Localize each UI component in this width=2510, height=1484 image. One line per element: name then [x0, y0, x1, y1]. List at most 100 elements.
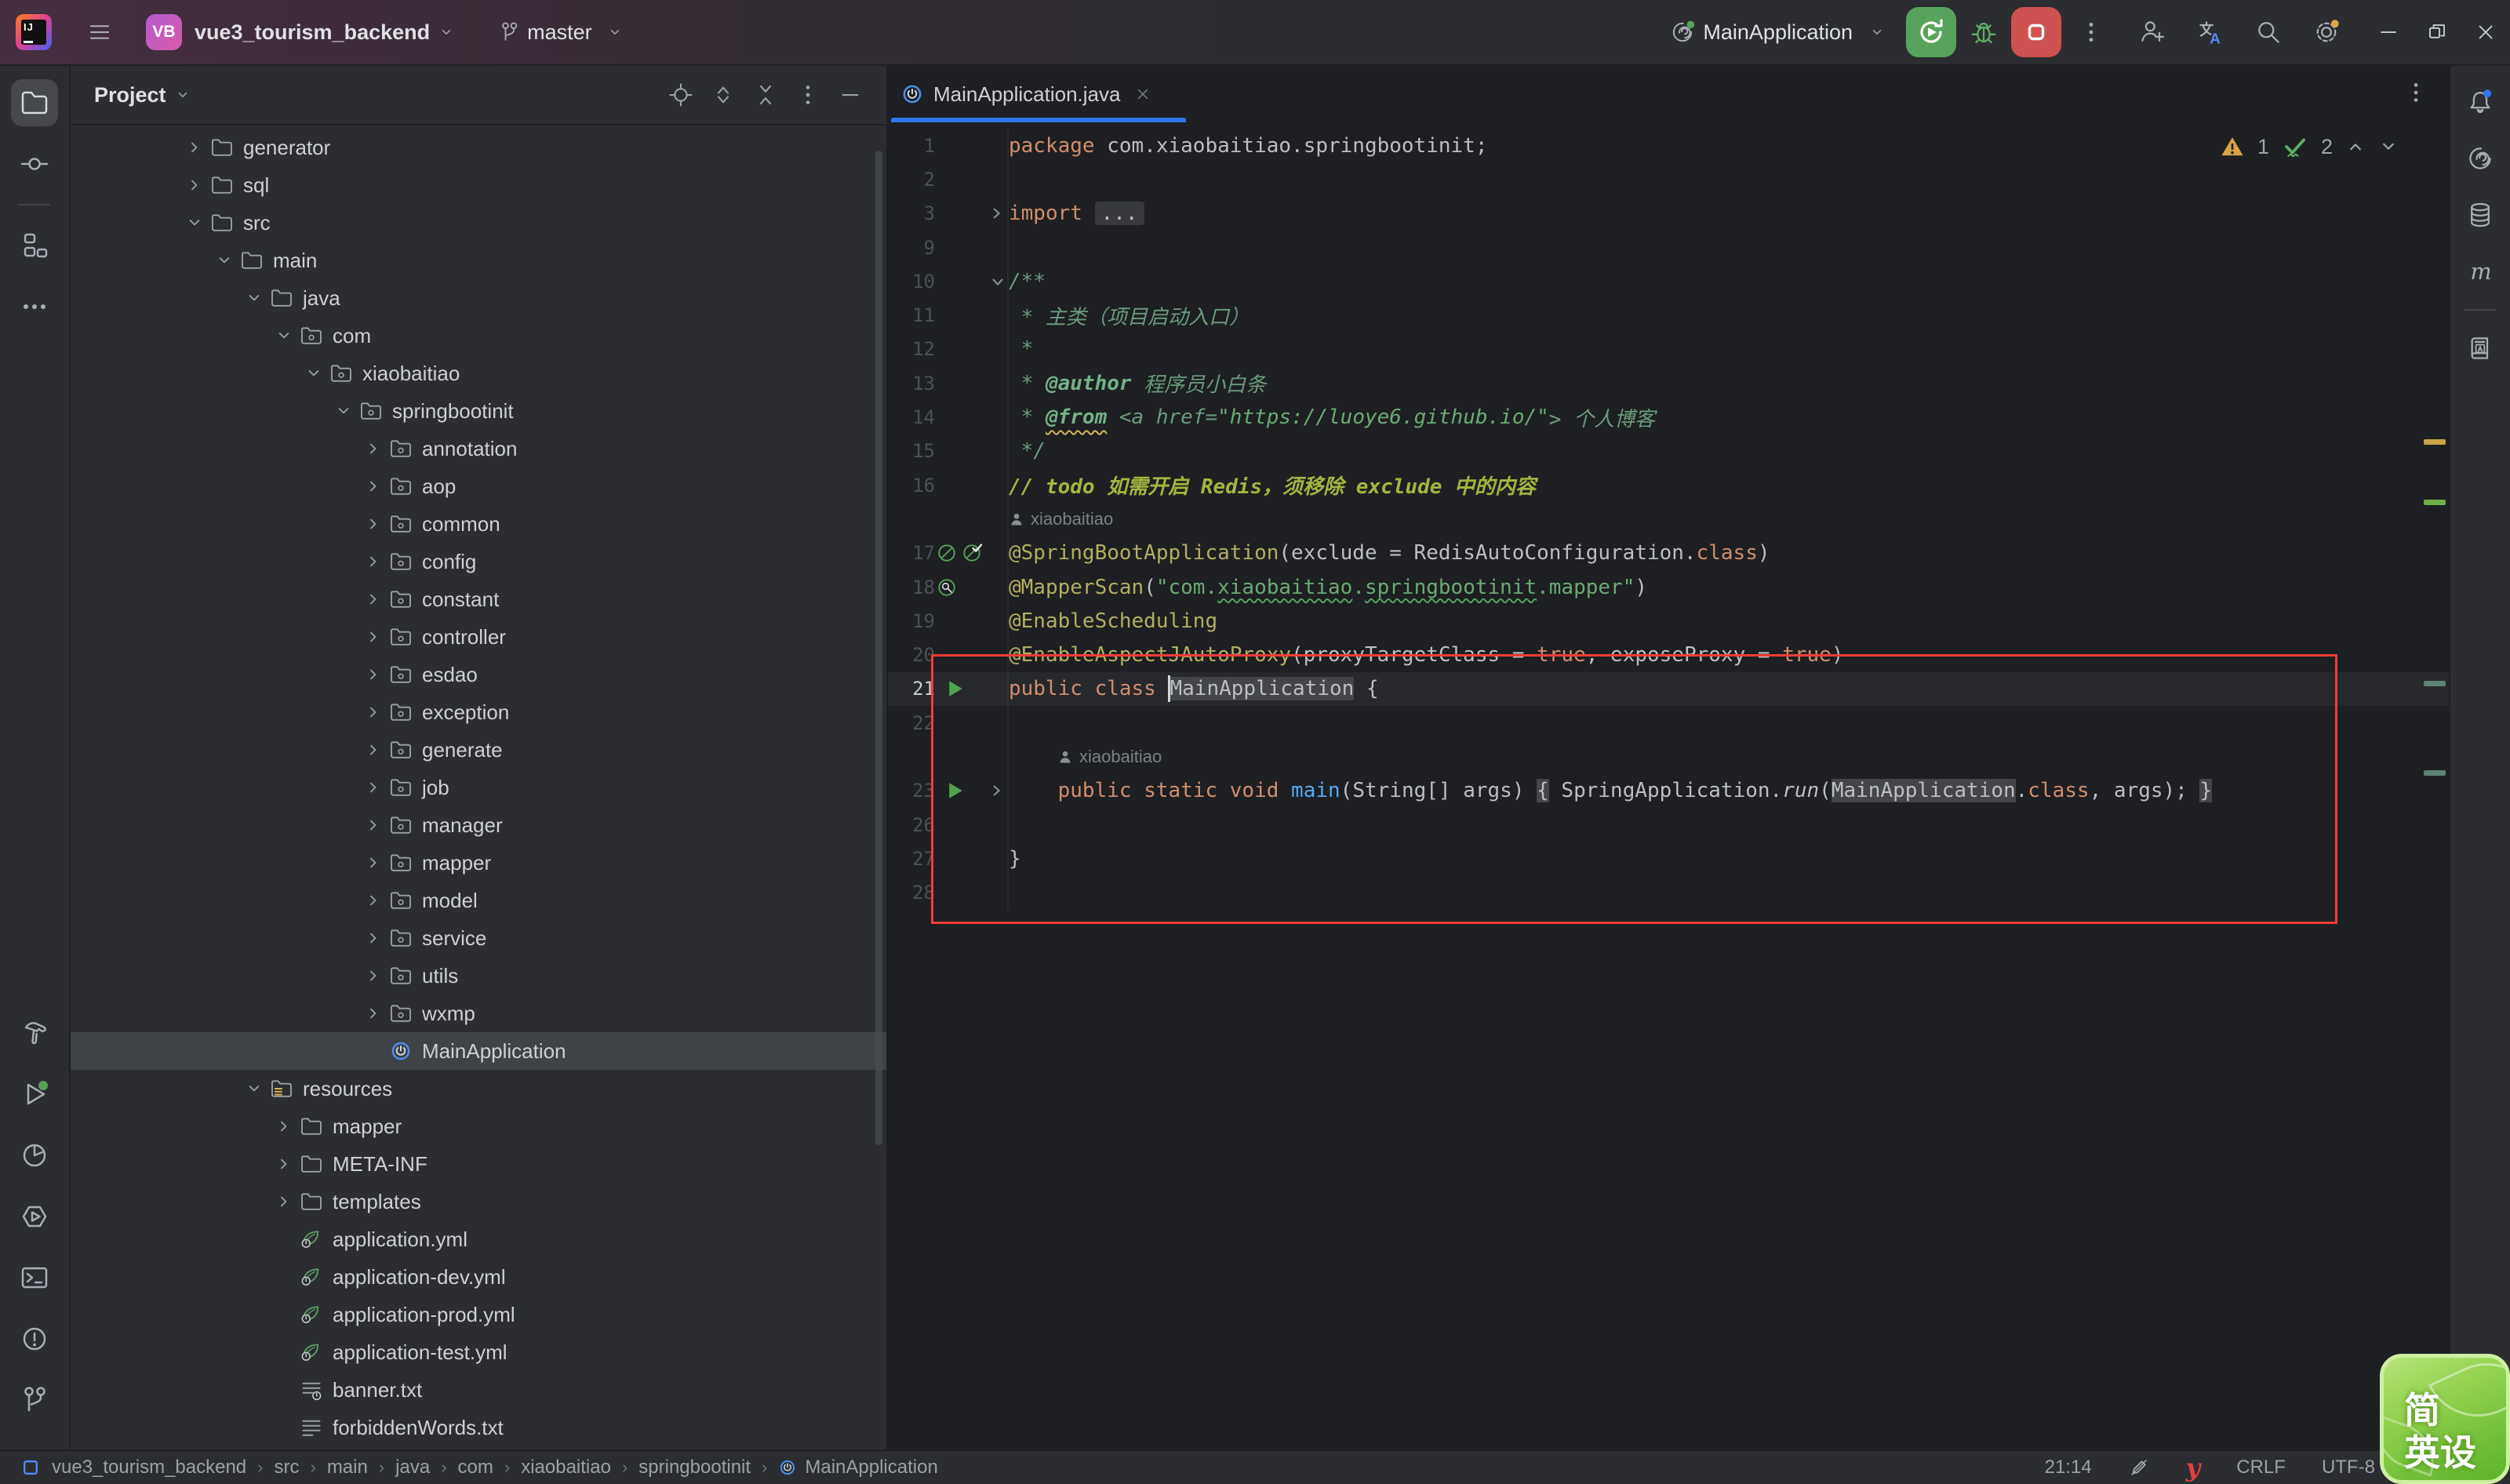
tree-item-mapper[interactable]: mapper — [71, 844, 886, 882]
tree-item-templates[interactable]: templates — [71, 1183, 886, 1220]
code-line-14[interactable]: 14 * @from <a href= "https://luoye6.githu… — [888, 400, 2449, 435]
tree-item-application-dev.yml[interactable]: application-dev.yml — [71, 1258, 886, 1296]
tree-item-xiaobaitiao[interactable]: xiaobaitiao — [71, 355, 886, 392]
project-avatar[interactable]: VB — [146, 14, 182, 50]
error-stripe-mark[interactable] — [2424, 770, 2446, 776]
tree-item-aop[interactable]: aop — [71, 467, 886, 505]
tree-chevron-icon[interactable] — [359, 773, 387, 802]
code-line-28[interactable]: 28 — [888, 875, 2449, 910]
tree-chevron-icon[interactable] — [359, 962, 387, 990]
code-line-20[interactable]: 20 @EnableAspectJAutoProxy (proxyTargetCla… — [888, 638, 2449, 672]
tree-item-mapper[interactable]: mapper — [71, 1108, 886, 1145]
code-line-18[interactable]: 18 @MapperScan("com. xiaobaitiao. springboo… — [888, 569, 2449, 605]
tree-item-com[interactable]: com — [71, 317, 886, 355]
tree-chevron-icon[interactable] — [359, 698, 387, 726]
locate-file-icon[interactable] — [664, 78, 698, 112]
tree-chevron-icon[interactable] — [329, 397, 358, 425]
tree-chevron-icon[interactable] — [359, 510, 387, 538]
tree-item-meta-inf[interactable]: META-INF — [71, 1145, 886, 1183]
sidebar-structure-icon[interactable] — [11, 222, 58, 269]
tree-chevron-icon[interactable] — [180, 171, 209, 199]
tab-mainapplication-java[interactable]: MainApplication.java — [888, 66, 1186, 122]
readonly-pen-icon[interactable] — [2128, 1457, 2150, 1479]
tree-item-annotation[interactable]: annotation — [71, 430, 886, 467]
tree-chevron-icon[interactable] — [359, 811, 387, 839]
error-stripe-mark[interactable] — [2424, 681, 2446, 686]
code-line-19[interactable]: 19 @EnableScheduling — [888, 604, 2449, 638]
sidebar-build-icon[interactable] — [11, 1009, 58, 1057]
sidebar-commit-icon[interactable] — [11, 140, 58, 187]
caret-position[interactable]: 21:14 — [2045, 1457, 2092, 1479]
panel-options-icon[interactable] — [791, 78, 825, 112]
main-menu-icon[interactable] — [86, 19, 113, 45]
tree-item-java[interactable]: java — [71, 279, 886, 317]
file-encoding[interactable]: UTF-8 — [2322, 1457, 2375, 1479]
tree-chevron-icon[interactable] — [359, 886, 387, 915]
project-name[interactable]: vue3_tourism_backend — [195, 20, 430, 45]
tree-chevron-icon[interactable] — [180, 133, 209, 162]
tree-chevron-icon[interactable] — [270, 322, 298, 350]
sidebar-run-icon[interactable] — [11, 1071, 58, 1118]
code-line-12[interactable]: 12 * — [888, 332, 2449, 367]
tree-chevron-icon[interactable] — [359, 585, 387, 613]
tree-chevron-icon[interactable] — [359, 435, 387, 463]
sidebar-problems-icon[interactable] — [11, 1315, 58, 1362]
tree-chevron-icon[interactable] — [180, 209, 209, 237]
tree-item-resources[interactable]: resources — [71, 1070, 886, 1108]
code-line-27[interactable]: 27} — [888, 842, 2449, 876]
translation-dictionary-icon[interactable] — [2458, 326, 2502, 370]
translate-icon[interactable]: A — [2196, 18, 2224, 46]
tree-chevron-icon[interactable] — [359, 736, 387, 764]
code-line-11[interactable]: 11 * 主类（项目启动入口） — [888, 298, 2449, 333]
tree-chevron-icon[interactable] — [359, 924, 387, 952]
tree-item-application-test.yml[interactable]: application-test.yml — [71, 1333, 886, 1371]
sidebar-services-icon[interactable] — [11, 1193, 58, 1240]
debug-button[interactable] — [1969, 17, 1999, 47]
settings-gear-icon[interactable] — [2312, 18, 2341, 46]
tree-item-wxmp[interactable]: wxmp — [71, 995, 886, 1032]
tree-item-constant[interactable]: constant — [71, 580, 886, 618]
rerun-button[interactable] — [1906, 7, 1956, 57]
run-configuration[interactable]: MainApplication — [1670, 20, 1886, 45]
tree-chevron-icon[interactable] — [359, 849, 387, 877]
tree-chevron-icon[interactable] — [359, 999, 387, 1028]
code-line-1[interactable]: 1 package com.xiaobaitiao.springbootinit; — [888, 129, 2449, 163]
window-close-button[interactable] — [2461, 8, 2510, 56]
tree-chevron-icon[interactable] — [270, 1112, 298, 1140]
tree-item-service[interactable]: service — [71, 919, 886, 957]
tree-item-src[interactable]: src — [71, 204, 886, 242]
tree-item-application-prod.yml[interactable]: application-prod.yml — [71, 1296, 886, 1333]
tree-chevron-icon[interactable] — [359, 660, 387, 689]
window-minimize-button[interactable] — [2364, 8, 2413, 56]
project-chevron-icon[interactable] — [438, 24, 455, 41]
spring-ok-gutter-icon[interactable] — [960, 541, 984, 565]
tree-item-utils[interactable]: utils — [71, 957, 886, 995]
tree-item-exception[interactable]: exception — [71, 693, 886, 731]
database-tool-icon[interactable] — [2458, 193, 2502, 237]
sidebar-terminal-icon[interactable] — [11, 1254, 58, 1301]
sidebar-project-icon[interactable] — [11, 79, 58, 126]
project-tree-scrollbar[interactable] — [875, 151, 882, 1145]
add-user-icon[interactable] — [2138, 18, 2166, 46]
tree-item-controller[interactable]: controller — [71, 618, 886, 656]
tree-item-manager[interactable]: manager — [71, 806, 886, 844]
spring-bean-gutter-icon[interactable] — [935, 541, 959, 565]
tree-item-common[interactable]: common — [71, 505, 886, 543]
tree-item-generator[interactable]: generator — [71, 129, 886, 166]
tabbar-more-icon[interactable] — [2403, 80, 2428, 105]
breadcrumb-main[interactable]: main — [327, 1457, 368, 1479]
code-line-17[interactable]: 17 @SpringBootApplication (exclude = Redis… — [888, 536, 2449, 570]
tree-chevron-icon[interactable] — [300, 359, 328, 387]
code-line-22[interactable]: 22 — [888, 706, 2449, 740]
tree-chevron-icon[interactable] — [359, 547, 387, 576]
run-gutter-icon[interactable] — [943, 779, 966, 802]
code-line-21[interactable]: 21 public class MainApplication { — [888, 671, 2449, 707]
code-editor[interactable]: 1 2 1 package com.xiaobaitiao.springbooti… — [888, 122, 2449, 910]
tree-item-job[interactable]: job — [71, 769, 886, 806]
sidebar-git-icon[interactable] — [11, 1377, 58, 1424]
author-inlay[interactable]: xiaobaitiao — [1057, 747, 1162, 767]
tree-item-main[interactable]: main — [71, 242, 886, 279]
search-everywhere-icon[interactable] — [2254, 18, 2283, 46]
error-stripe-mark[interactable] — [2424, 439, 2446, 445]
fold-expanded-icon[interactable] — [988, 272, 1007, 291]
